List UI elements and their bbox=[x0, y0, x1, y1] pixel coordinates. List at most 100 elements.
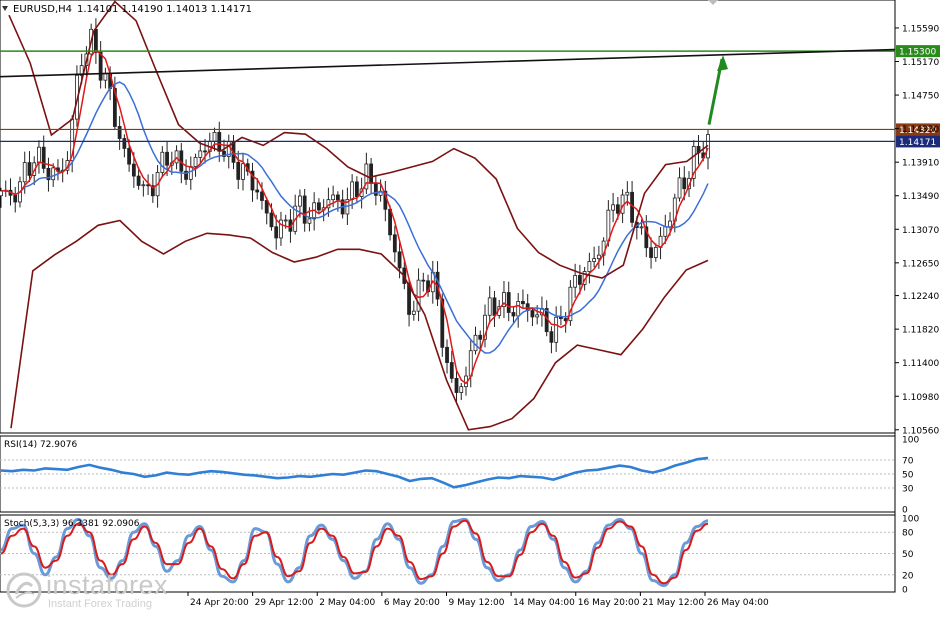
candle-body bbox=[530, 310, 535, 318]
price-axis-tick-label: 1.11820 bbox=[902, 326, 939, 336]
candle-body bbox=[212, 131, 217, 142]
rsi-axis-tick-label: 100 bbox=[902, 436, 919, 446]
time-axis-tick-label: 6 May 20:00 bbox=[384, 598, 440, 608]
trend-line[interactable] bbox=[0, 48, 896, 78]
candle-body bbox=[127, 148, 132, 165]
candle-body bbox=[478, 334, 483, 340]
candle-body bbox=[117, 126, 122, 139]
candle-body bbox=[577, 275, 582, 285]
level-price-tag-text: 1.15300 bbox=[899, 48, 936, 58]
candle-body bbox=[625, 191, 630, 196]
candle-body bbox=[165, 151, 169, 166]
time-axis-tick-label: 2 May 04:00 bbox=[319, 598, 375, 608]
candle-body bbox=[193, 156, 198, 167]
candle-body bbox=[506, 292, 511, 313]
candle-body bbox=[37, 146, 41, 164]
candle-body bbox=[392, 234, 397, 253]
forecast-arrowhead bbox=[717, 55, 728, 72]
bollinger-upper-band bbox=[8, 0, 709, 279]
candle-body bbox=[260, 191, 264, 201]
candle-body bbox=[302, 195, 307, 224]
price-axis-tick-label: 1.13070 bbox=[902, 226, 939, 236]
candle-body bbox=[459, 386, 464, 393]
candle-body bbox=[13, 194, 18, 203]
candle-body bbox=[22, 162, 27, 183]
candle-body bbox=[682, 177, 687, 190]
watermark-tagline: Instant Forex Trading bbox=[48, 598, 152, 610]
candle-body bbox=[317, 202, 321, 211]
candle-body bbox=[411, 310, 416, 315]
price-axis-tick-label: 1.12240 bbox=[902, 292, 939, 302]
time-axis-tick-label: 21 May 12:00 bbox=[642, 598, 704, 608]
candle-body bbox=[354, 181, 359, 197]
price-axis-tick-label: 1.10980 bbox=[902, 393, 939, 403]
candle-body bbox=[350, 181, 355, 200]
time-axis-tick-label: 16 May 20:00 bbox=[578, 598, 640, 608]
price-axis-tick-label: 1.14330 bbox=[902, 125, 939, 135]
time-axis-tick-label: 14 May 04:00 bbox=[513, 598, 575, 608]
candle-body bbox=[668, 220, 672, 228]
watermark: instaforex Instant Forex Trading bbox=[4, 570, 194, 612]
candle-body bbox=[649, 247, 653, 258]
candle-body bbox=[587, 261, 592, 272]
chart-window: 1.15300 1.14320 1.14171 1.15590 1.15170 1.147… bbox=[0, 0, 943, 614]
candle-body bbox=[516, 301, 521, 317]
scroll-marker-icon[interactable] bbox=[708, 0, 718, 5]
candle-body bbox=[241, 163, 245, 180]
price-axis-tick-label: 1.12650 bbox=[902, 259, 939, 269]
stoch-axis-tick-label: 50 bbox=[902, 550, 914, 560]
candle-body bbox=[653, 246, 658, 258]
candle-body bbox=[331, 194, 336, 201]
candle-body bbox=[521, 301, 525, 305]
stoch-label: Stoch(5,3,3) 96.3381 92.0906 bbox=[4, 519, 140, 529]
candle-body bbox=[487, 297, 492, 316]
candle-body bbox=[511, 312, 516, 317]
candle-body bbox=[27, 162, 32, 176]
candle-body bbox=[141, 184, 146, 187]
candle-body bbox=[639, 226, 644, 229]
candle-body bbox=[397, 251, 402, 269]
instaforex-logo-icon bbox=[6, 572, 42, 608]
candle-body bbox=[596, 254, 601, 260]
candle-body bbox=[677, 177, 682, 199]
candle-body bbox=[236, 161, 241, 180]
candle-body bbox=[445, 346, 449, 363]
candle-body bbox=[549, 331, 554, 343]
candle-body bbox=[335, 194, 340, 201]
candle-body bbox=[41, 146, 46, 169]
rsi-label: RSI(14) 72.9076 bbox=[4, 440, 77, 450]
time-axis-tick-label: 26 May 04:00 bbox=[707, 598, 769, 608]
price-axis-tick-label: 1.15170 bbox=[902, 58, 939, 68]
candle-body bbox=[559, 316, 563, 319]
candle-body bbox=[103, 73, 108, 81]
candle-body bbox=[369, 163, 374, 184]
candle-body bbox=[283, 219, 288, 222]
chart-canvas[interactable]: 1.153001.143201.141711.155901.151701.147… bbox=[0, 0, 943, 614]
rsi-axis-tick-label: 70 bbox=[902, 457, 914, 467]
candle-body bbox=[188, 166, 193, 180]
candle-body bbox=[136, 175, 141, 186]
candle-body bbox=[454, 377, 459, 393]
time-axis-tick-label: 29 Apr 12:00 bbox=[255, 598, 314, 608]
candle-body bbox=[198, 150, 203, 158]
candle-body bbox=[98, 51, 103, 81]
watermark-brand: instaforex bbox=[46, 570, 169, 600]
candle-body bbox=[298, 195, 302, 207]
candle-body bbox=[535, 314, 540, 318]
price-plot bbox=[0, 0, 896, 431]
candle-body bbox=[274, 226, 279, 239]
stoch-axis-tick-label: 80 bbox=[902, 529, 914, 539]
price-axis-tick-label: 1.13490 bbox=[902, 192, 939, 202]
candle-body bbox=[573, 275, 578, 288]
candle-body bbox=[492, 297, 497, 316]
candle-body bbox=[615, 204, 620, 214]
candle-body bbox=[421, 279, 426, 282]
price-axis-tick-label: 1.14750 bbox=[902, 92, 939, 102]
candle-body bbox=[449, 362, 454, 379]
candle-body bbox=[269, 212, 274, 228]
candle-body bbox=[160, 151, 165, 173]
chevron-down-icon[interactable] bbox=[2, 6, 8, 11]
time-axis-tick-label: 24 Apr 20:00 bbox=[190, 598, 249, 608]
candle-body bbox=[203, 150, 207, 153]
candle-body bbox=[592, 258, 597, 262]
